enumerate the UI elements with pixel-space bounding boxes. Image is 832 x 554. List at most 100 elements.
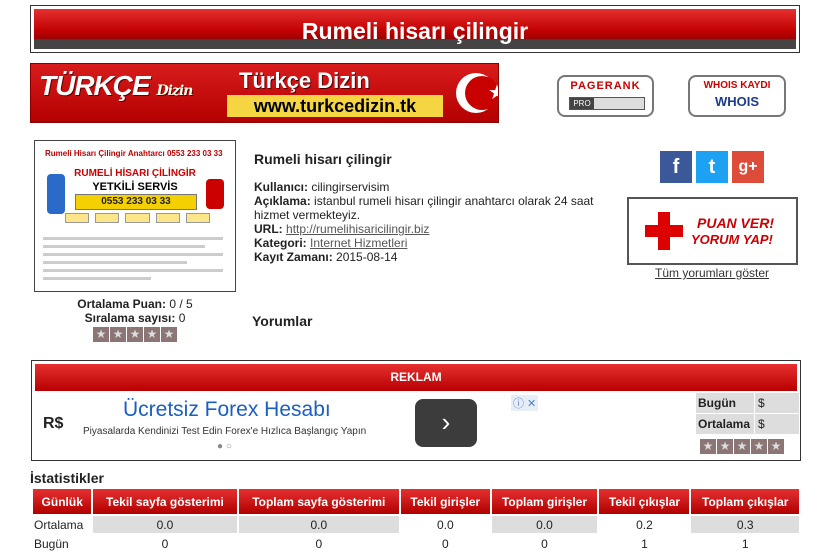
phone-icon — [47, 174, 65, 214]
col-header: Tekil çıkışlar — [599, 489, 690, 514]
star-icon[interactable]: ★ — [700, 439, 716, 454]
page-title-box: Rumeli hisarı çilingir — [30, 5, 800, 53]
stats-table: Günlük Tekil sayfa gösterimi Toplam sayf… — [31, 487, 801, 554]
ad-carousel-dots[interactable]: ● ○ — [217, 441, 232, 452]
thumb-phone: 0553 233 03 33 — [75, 194, 197, 210]
ad-go-button[interactable]: › — [415, 399, 477, 447]
side-value: $ — [755, 414, 799, 434]
table-cell: 0.3 — [691, 516, 799, 533]
star-icon[interactable]: ★ — [161, 327, 177, 342]
url-label: URL: — [254, 222, 283, 236]
thumb-line2: YETKİLİ SERVİS — [92, 181, 178, 193]
stats-header-row: Günlük Tekil sayfa gösterimi Toplam sayf… — [33, 489, 799, 514]
page-title: Rumeli hisarı çilingir — [301, 18, 529, 44]
all-reviews-link[interactable]: Tüm yorumları göster — [655, 266, 769, 280]
avg-label: Ortalama Puan: — [77, 297, 166, 311]
ad-logo: R$ — [43, 415, 64, 432]
listing-info: Rumeli hisarı çilingir Kullanıcı: ciling… — [254, 152, 614, 264]
thumb-header: Rumeli Hisarı Çilingir Anahtarcı 0553 23… — [45, 149, 223, 158]
thumb-brands — [65, 213, 211, 223]
url-row: URL: http://rumelihisaricilingir.biz — [254, 222, 614, 236]
thumb-text-lines — [43, 237, 223, 285]
ad-header: REKLAM — [35, 364, 797, 391]
side-key: Ortalama — [696, 414, 754, 434]
user-value: cilingirservisim — [311, 180, 390, 194]
facebook-icon[interactable]: f — [660, 151, 692, 183]
turkce-dizin-banner[interactable]: TÜRKÇE Dizin Türkçe Dizin www.turkcedizi… — [30, 63, 499, 123]
star-icon[interactable]: ★ — [144, 327, 160, 342]
row-label: Bugün — [33, 535, 92, 552]
category-link[interactable]: Internet Hizmetleri — [310, 236, 407, 250]
side-row: Bugün $ — [696, 393, 799, 413]
table-cell: 0.0 — [93, 516, 237, 533]
side-star-rating[interactable]: ★ ★ ★ ★ ★ — [700, 439, 784, 454]
table-cell: 0 — [541, 536, 548, 551]
ad-side-table: Bugün $ Ortalama $ — [696, 393, 799, 435]
col-header: Günlük — [33, 489, 92, 514]
ad-banner[interactable]: R$ Ücretsiz Forex Hesabı Piyasalarda Ken… — [35, 393, 695, 457]
desc-label: Açıklama: — [254, 194, 311, 208]
table-cell: 0.0 — [238, 516, 400, 533]
star-icon[interactable]: ★ — [751, 439, 767, 454]
star-icon[interactable]: ★ — [768, 439, 784, 454]
side-row: Ortalama $ — [696, 414, 799, 434]
worker-icon — [206, 179, 224, 209]
date-value: 2015-08-14 — [336, 250, 398, 264]
avg-value: 0 / 5 — [169, 297, 193, 311]
title-bar: Rumeli hisarı çilingir — [34, 9, 796, 49]
pagerank-badge[interactable]: PAGERANK PRO — [557, 75, 654, 117]
table-cell: 0 — [441, 536, 449, 551]
listing-title: Rumeli hisarı çilingir — [254, 151, 392, 167]
whois-label: WHOIS KAYDI — [703, 80, 771, 91]
stats-title: İstatistikler — [30, 470, 104, 486]
rating-block: Ortalama Puan: 0 / 5 Sıralama sayısı: 0 … — [34, 297, 236, 342]
col-header: Tekil girişler — [401, 489, 490, 514]
table-row: Bugün 0 0 0 0 1 1 — [33, 535, 799, 552]
thumb-line1: RUMELİ HİSARI ÇİLİNGİR — [74, 168, 196, 179]
col-header: Tekil sayfa gösterimi — [93, 489, 237, 514]
twitter-icon[interactable]: t — [696, 151, 728, 183]
star-icon[interactable]: ★ — [717, 439, 733, 454]
table-cell: 1 — [641, 536, 648, 551]
banner-url: www.turkcedizin.tk — [227, 95, 443, 117]
google-plus-icon[interactable]: g+ — [732, 151, 764, 183]
puan-ver-button[interactable]: PUAN VER! YORUM YAP! — [627, 197, 798, 265]
rating-count: Sıralama sayısı: 0 — [34, 311, 236, 325]
date-row: Kayıt Zamanı: 2015-08-14 — [254, 250, 614, 264]
star-icon[interactable]: ★ — [93, 327, 109, 342]
col-header: Toplam çıkışlar — [691, 489, 799, 514]
star-icon[interactable]: ★ — [734, 439, 750, 454]
table-cell: 1 — [741, 536, 749, 551]
whois-text: WHOIS — [714, 94, 760, 109]
count-value: 0 — [178, 311, 186, 325]
row-label: Ortalama — [33, 516, 92, 533]
ad-subtext: Piyasalarda Kendinizi Test Edin Forex'e … — [83, 426, 367, 437]
comments-title: Yorumlar — [252, 313, 313, 329]
col-header: Toplam sayfa gösterimi — [238, 489, 400, 514]
side-value: $ — [755, 393, 799, 413]
date-label: Kayıt Zamanı: — [254, 250, 333, 264]
pagerank-bar: PRO — [569, 97, 645, 110]
pagerank-pro: PRO — [570, 98, 594, 109]
url-link[interactable]: http://rumelihisaricilingir.biz — [286, 222, 429, 236]
whois-badge[interactable]: WHOIS KAYDI WHOIS — [688, 75, 786, 117]
category-row: Kategori: Internet Hizmetleri — [254, 236, 614, 250]
pagerank-label: PAGERANK — [570, 80, 641, 92]
table-cell: 0.0 — [491, 516, 598, 533]
star-icon[interactable]: ★ — [110, 327, 126, 342]
side-key: Bugün — [696, 393, 754, 413]
site-thumbnail[interactable]: Rumeli Hisarı Çilingir Anahtarcı 0553 23… — [34, 140, 236, 292]
ad-box: REKLAM R$ Ücretsiz Forex Hesabı Piyasala… — [31, 360, 801, 461]
red-cross-icon-v — [658, 212, 670, 250]
ad-choices-icon[interactable]: ⓘ ✕ — [511, 395, 539, 411]
table-cell: 0 — [315, 536, 323, 551]
puan-ver-text: PUAN VER! — [697, 215, 775, 231]
category-label: Kategori: — [254, 236, 307, 250]
star-icon[interactable]: ★ — [127, 327, 143, 342]
yorum-yap-text: YORUM YAP! — [691, 232, 773, 247]
ad-headline[interactable]: Ücretsiz Forex Hesabı — [123, 398, 331, 422]
banner-logo: TÜRKÇE Dizin — [39, 70, 193, 101]
user-label: Kullanıcı: — [254, 180, 309, 194]
banner-title: Türkçe Dizin — [239, 68, 370, 93]
star-rating[interactable]: ★ ★ ★ ★ ★ — [34, 327, 236, 342]
